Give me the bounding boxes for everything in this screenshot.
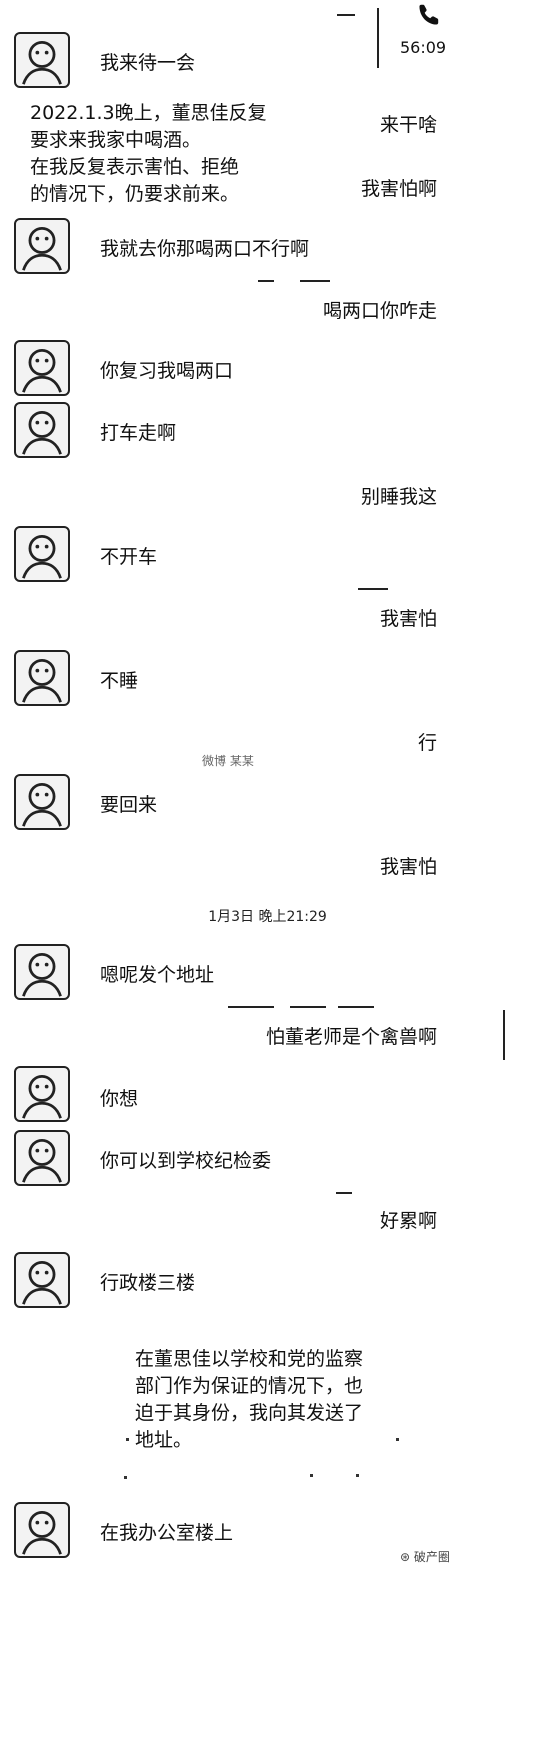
- message-incoming: 嗯呢发个地址: [100, 964, 215, 986]
- bubble-edge: [338, 1006, 374, 1008]
- bubble-edge: [300, 280, 330, 282]
- message-outgoing: 我害怕: [379, 608, 437, 630]
- scroll-marker: [503, 1010, 505, 1060]
- watermark-label: 破产圈: [413, 1550, 450, 1564]
- message-incoming: 不开车: [100, 546, 158, 568]
- message-incoming: 不睡: [100, 670, 139, 692]
- avatar[interactable]: [14, 218, 70, 274]
- divider-mark: [337, 14, 355, 16]
- bubble-edge: [358, 588, 388, 590]
- call-duration: 56:09: [400, 38, 447, 57]
- message-outgoing: 别睡我这: [360, 486, 437, 508]
- message-incoming: 我就去你那喝两口不行啊: [100, 238, 310, 260]
- bubble-edge: [228, 1006, 274, 1008]
- wechat-icon: ⊛: [400, 1550, 411, 1564]
- noise-speck: [124, 1476, 127, 1479]
- phone-icon[interactable]: [416, 2, 442, 28]
- annotation-line: 地址。: [135, 1429, 193, 1451]
- noise-speck: [310, 1474, 313, 1477]
- noise-speck: [126, 1438, 129, 1441]
- avatar[interactable]: [14, 1066, 70, 1122]
- noise-speck: [356, 1474, 359, 1477]
- annotation-line: 在我反复表示害怕、拒绝: [30, 156, 240, 178]
- message-incoming: 你想: [100, 1088, 139, 1110]
- avatar[interactable]: [14, 1130, 70, 1186]
- message-outgoing: 喝两口你咋走: [322, 300, 437, 322]
- message-incoming: 我来待一会: [100, 52, 196, 74]
- message-incoming: 行政楼三楼: [100, 1272, 196, 1294]
- watermark: ⊛ 破产圈: [400, 1548, 450, 1565]
- message-incoming: 在我办公室楼上: [100, 1522, 234, 1544]
- message-outgoing: 好累啊: [379, 1210, 437, 1232]
- annotation-note: 2022.1.3晚上，董思佳反复 要求来我家中喝酒。 在我反复表示害怕、拒绝 的…: [30, 100, 267, 208]
- annotation-note: 在董思佳以学校和党的监察 部门作为保证的情况下，也 迫于其身份，我向其发送了 地…: [135, 1346, 363, 1454]
- annotation-line: 的情况下，仍要求前来。: [30, 183, 240, 205]
- divider-line: [377, 8, 379, 68]
- message-outgoing: 行: [417, 732, 437, 754]
- message-outgoing: 我害怕: [379, 856, 437, 878]
- message-incoming: 打车走啊: [100, 422, 177, 444]
- message-outgoing: 怕董老师是个禽兽啊: [265, 1026, 437, 1048]
- bubble-edge: [258, 280, 274, 282]
- timestamp: 1月3日 晚上21:29: [208, 909, 327, 925]
- avatar[interactable]: [14, 1252, 70, 1308]
- bubble-edge: [336, 1192, 352, 1194]
- message-outgoing: 我害怕啊: [360, 178, 437, 200]
- avatar[interactable]: [14, 944, 70, 1000]
- watermark: 微博 某某: [202, 754, 254, 768]
- avatar[interactable]: [14, 32, 70, 88]
- avatar[interactable]: [14, 774, 70, 830]
- message-incoming: 你复习我喝两口: [100, 360, 234, 382]
- message-incoming: 要回来: [100, 794, 158, 816]
- avatar[interactable]: [14, 340, 70, 396]
- avatar[interactable]: [14, 526, 70, 582]
- avatar[interactable]: [14, 650, 70, 706]
- message-incoming: 你可以到学校纪检委: [100, 1150, 272, 1172]
- annotation-line: 要求来我家中喝酒。: [30, 129, 202, 151]
- bubble-edge: [290, 1006, 326, 1008]
- annotation-line: 迫于其身份，我向其发送了: [135, 1402, 364, 1424]
- annotation-line: 2022.1.3晚上，董思佳反复: [30, 102, 267, 124]
- noise-speck: [396, 1438, 399, 1441]
- annotation-line: 部门作为保证的情况下，也: [135, 1375, 364, 1397]
- message-outgoing: 来干啥: [379, 114, 437, 136]
- avatar[interactable]: [14, 1502, 70, 1558]
- annotation-line: 在董思佳以学校和党的监察: [135, 1348, 364, 1370]
- avatar[interactable]: [14, 402, 70, 458]
